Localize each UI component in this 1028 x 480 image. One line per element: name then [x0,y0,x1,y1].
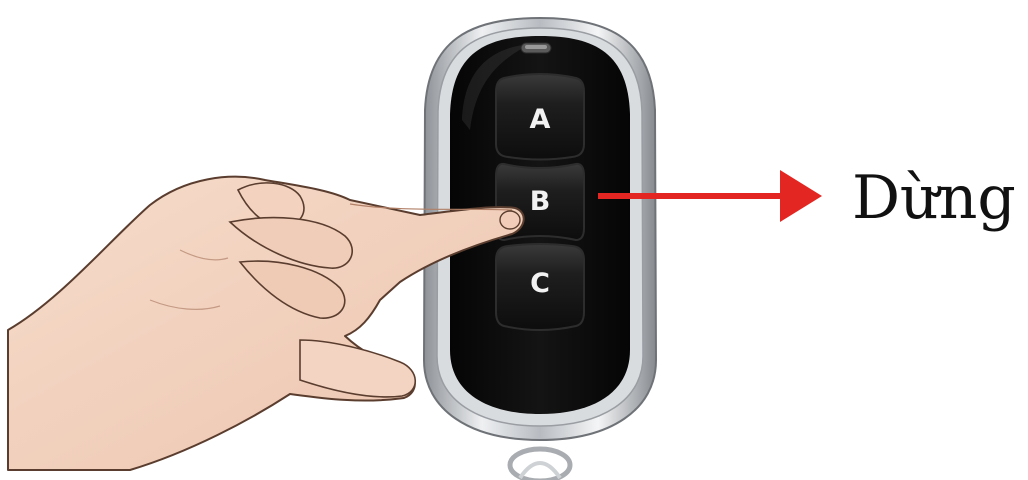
result-label: Dừng [852,163,1016,233]
illustration: A B C Dừng [0,0,1028,480]
remote-button-c-label: C [530,268,550,299]
remote-illustration-svg: A B C [7,16,822,480]
keyring-icon [507,446,573,480]
led-indicator-icon [520,42,552,54]
remote-button-c[interactable]: C [495,243,585,331]
remote-button-a[interactable]: A [495,73,585,161]
remote-button-a-label: A [530,104,551,135]
remote-button-b-label: B [530,186,551,217]
